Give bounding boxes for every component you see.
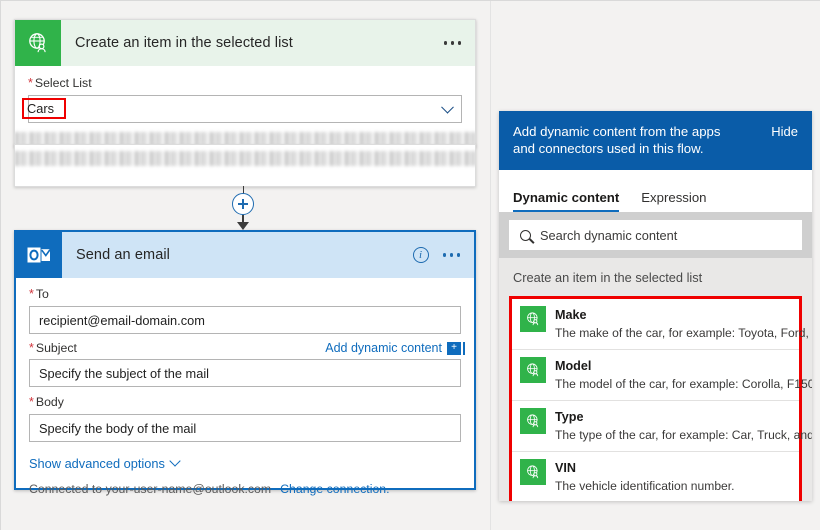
more-options-icon[interactable] bbox=[440, 35, 466, 51]
show-advanced-options-label: Show advanced options bbox=[29, 456, 165, 471]
to-label: *To bbox=[29, 287, 461, 301]
outlook-icon bbox=[16, 232, 62, 278]
list-item[interactable]: VIN The vehicle identification number. bbox=[512, 451, 799, 501]
card-send-email[interactable]: Send an email i *To recipient@email-doma… bbox=[14, 230, 476, 490]
plus-icon[interactable] bbox=[232, 193, 254, 215]
chevron-down-icon[interactable] bbox=[441, 101, 454, 114]
globe-person-icon bbox=[520, 459, 546, 485]
search-input[interactable]: Search dynamic content bbox=[509, 220, 802, 250]
globe-person-icon bbox=[520, 357, 546, 383]
tab-dynamic-content[interactable]: Dynamic content bbox=[513, 190, 619, 212]
list-item-name: Model bbox=[555, 359, 591, 373]
globe-person-icon bbox=[520, 306, 546, 332]
search-icon bbox=[520, 230, 531, 241]
list-item-description: The make of the car, for example: Toyota… bbox=[555, 326, 812, 340]
select-list-value: Cars bbox=[27, 101, 54, 116]
body-input[interactable]: Specify the body of the mail bbox=[29, 414, 461, 442]
add-dynamic-content-link[interactable]: Add dynamic content + bbox=[325, 341, 461, 355]
to-label-text: To bbox=[36, 287, 49, 301]
list-item-name: VIN bbox=[555, 461, 576, 475]
list-item[interactable]: Make The make of the car, for example: T… bbox=[512, 299, 799, 349]
connection-status-text: Connected to your-user-name@outlook.com bbox=[29, 482, 271, 496]
search-placeholder: Search dynamic content bbox=[540, 228, 677, 243]
flyout-tabs: Dynamic content Expression bbox=[499, 170, 812, 212]
required-asterisk: * bbox=[29, 287, 34, 301]
subject-input[interactable]: Specify the subject of the mail bbox=[29, 359, 461, 387]
add-dynamic-content-badge[interactable]: + bbox=[447, 342, 461, 355]
body-label: *Body bbox=[29, 395, 461, 409]
card-create-item[interactable]: Create an item in the selected list *Sel… bbox=[14, 19, 476, 147]
card-send-email-title: Send an email bbox=[62, 247, 170, 263]
dynamic-content-flyout: Add dynamic content from the apps and co… bbox=[499, 111, 812, 501]
card-create-item-body: *Select List Cars bbox=[15, 66, 475, 123]
hide-button[interactable]: Hide bbox=[771, 123, 798, 139]
dynamic-content-list: Make The make of the car, for example: T… bbox=[509, 296, 802, 501]
card-send-email-header[interactable]: Send an email i bbox=[16, 232, 474, 278]
select-list-dropdown[interactable]: Cars bbox=[28, 95, 462, 123]
collapsed-card-placeholder[interactable] bbox=[14, 144, 476, 187]
redacted-region bbox=[15, 151, 476, 166]
body-label-text: Body bbox=[36, 395, 64, 409]
connection-status: Connected to your-user-name@outlook.com … bbox=[29, 482, 461, 496]
globe-person-icon bbox=[520, 408, 546, 434]
body-placeholder: Specify the body of the mail bbox=[39, 421, 196, 436]
card-create-item-title: Create an item in the selected list bbox=[61, 35, 293, 51]
more-options-icon[interactable] bbox=[439, 247, 465, 263]
card-send-email-actions: i bbox=[413, 232, 465, 278]
required-asterisk: * bbox=[29, 395, 34, 409]
tab-expression[interactable]: Expression bbox=[641, 190, 706, 212]
dynamic-content-list-area: Create an item in the selected list bbox=[499, 258, 812, 501]
subject-label: *Subject bbox=[29, 341, 77, 355]
list-item[interactable]: Type The type of the car, for example: C… bbox=[512, 400, 799, 451]
dynamic-content-header: Add dynamic content from the apps and co… bbox=[499, 111, 812, 170]
card-send-email-body: *To recipient@email-domain.com *Subject … bbox=[16, 278, 474, 496]
card-create-item-header[interactable]: Create an item in the selected list bbox=[15, 20, 475, 66]
list-item[interactable]: Model The model of the car, for example:… bbox=[512, 349, 799, 400]
dynamic-content-panel: Add dynamic content from the apps and co… bbox=[491, 1, 820, 530]
info-icon[interactable]: i bbox=[413, 247, 429, 263]
to-value: recipient@email-domain.com bbox=[39, 313, 205, 328]
subject-label-text: Subject bbox=[36, 341, 77, 355]
show-advanced-options-link[interactable]: Show advanced options bbox=[29, 456, 461, 471]
flow-canvas: Create an item in the selected list *Sel… bbox=[1, 1, 491, 530]
chevron-down-icon bbox=[169, 455, 180, 466]
list-item-name: Type bbox=[555, 410, 583, 424]
card-create-item-actions bbox=[440, 20, 466, 66]
power-automate-flow-designer: Create an item in the selected list *Sel… bbox=[0, 0, 820, 530]
subject-placeholder: Specify the subject of the mail bbox=[39, 366, 209, 381]
list-item-description: The model of the car, for example: Corol… bbox=[555, 377, 812, 391]
add-dynamic-content-label: Add dynamic content bbox=[325, 341, 442, 355]
list-item-description: The type of the car, for example: Car, T… bbox=[555, 428, 812, 442]
dynamic-content-group-label: Create an item in the selected list bbox=[509, 258, 802, 296]
select-list-label: *Select List bbox=[28, 76, 462, 90]
list-item-name: Make bbox=[555, 308, 587, 322]
list-item-description: The vehicle identification number. bbox=[555, 479, 735, 493]
change-connection-link[interactable]: Change connection. bbox=[280, 482, 389, 496]
add-step-connector bbox=[232, 186, 254, 234]
select-list-label-text: Select List bbox=[35, 76, 92, 90]
required-asterisk: * bbox=[28, 76, 33, 90]
globe-person-icon bbox=[15, 20, 61, 66]
required-asterisk: * bbox=[29, 341, 34, 355]
arrow-down-icon bbox=[237, 222, 249, 230]
search-container: Search dynamic content bbox=[499, 212, 812, 258]
to-input[interactable]: recipient@email-domain.com bbox=[29, 306, 461, 334]
dynamic-content-header-text: Add dynamic content from the apps and co… bbox=[513, 123, 735, 157]
